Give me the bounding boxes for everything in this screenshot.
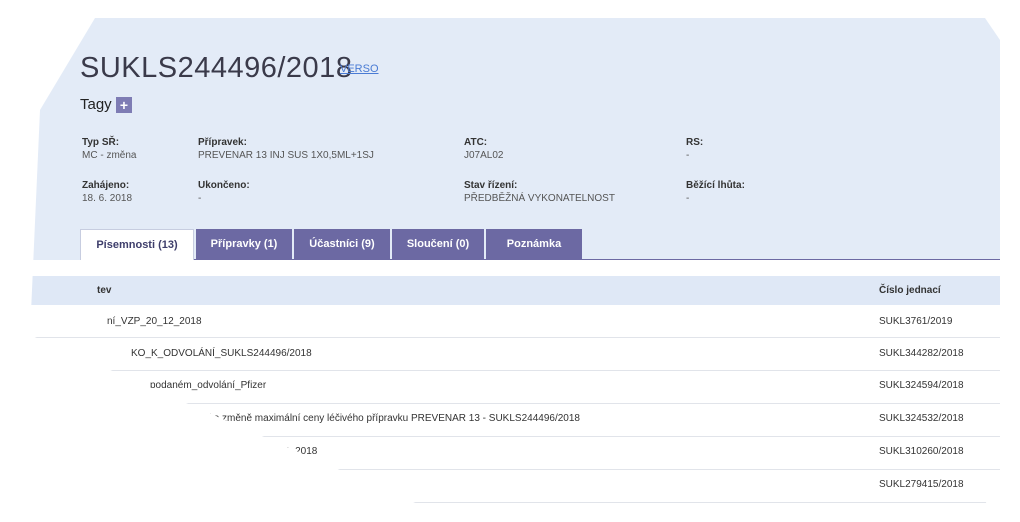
meta-typ-sr-value: MC - změna bbox=[82, 150, 137, 161]
meta-ukonceno-label: Ukončeno: bbox=[198, 180, 250, 191]
table-row[interactable]: SUKL279415/2018 bbox=[30, 470, 1000, 503]
meta-zahajeno-label: Zahájeno: bbox=[82, 180, 130, 191]
case-detail-card: SUKLS244496/2018 VERSO Tagy + Typ SŘ: MC… bbox=[30, 18, 1000, 505]
meta-rs-value: - bbox=[686, 150, 690, 161]
meta-pripravek: Přípravek: PREVENAR 13 INJ SUS 1X0,5ML+1… bbox=[198, 136, 374, 162]
row-cislo-jednaci: SUKL279415/2018 bbox=[879, 479, 964, 490]
meta-zahajeno-value: 18. 6. 2018 bbox=[82, 193, 133, 204]
meta-bezici-lhuta: Běžící lhůta: - bbox=[686, 179, 745, 205]
meta-typ-sr: Typ SŘ: MC - změna bbox=[82, 136, 136, 162]
row-document-name[interactable]: AR 13_SUKLS244496_2018 bbox=[190, 446, 317, 458]
meta-bezici-lhuta-value: - bbox=[686, 193, 690, 204]
meta-rs: RS: - bbox=[686, 136, 703, 162]
meta-pripravek-value: PREVENAR 13 INJ SUS 1X0,5ML+1SJ bbox=[198, 150, 374, 161]
row-document-name[interactable]: ní_VZP_20_12_2018 bbox=[107, 316, 202, 328]
row-document-name[interactable]: KO_K_ODVOLÁNÍ_SUKLS244496/2018 bbox=[131, 348, 312, 360]
row-cislo-jednaci: SUKL324532/2018 bbox=[879, 413, 964, 424]
case-header bbox=[30, 18, 1000, 260]
meta-atc-value: J07AL02 bbox=[464, 150, 504, 161]
meta-atc: ATC: J07AL02 bbox=[464, 136, 503, 162]
table-header bbox=[30, 276, 1000, 305]
meta-zahajeno: Zahájeno: 18. 6. 2018 bbox=[82, 179, 132, 205]
tab-poznamka[interactable]: Poznámka bbox=[486, 229, 582, 259]
table-row[interactable]: AR 13_SUKLS244496_2018 SUKL310260/2018 bbox=[30, 437, 1000, 470]
tab-pripravky[interactable]: Přípravky (1) bbox=[196, 229, 292, 259]
meta-pripravek-label: Přípravek: bbox=[198, 137, 247, 148]
meta-bezici-lhuta-label: Běžící lhůta: bbox=[686, 180, 745, 191]
row-document-name[interactable]: ím řízení o změně maximální ceny léčivéh… bbox=[172, 413, 580, 425]
column-header-cislo-jednaci[interactable]: Číslo jednací bbox=[879, 285, 941, 296]
verso-link[interactable]: VERSO bbox=[340, 63, 379, 75]
row-cislo-jednaci: SUKL344282/2018 bbox=[879, 348, 964, 359]
row-cislo-jednaci: SUKL3761/2019 bbox=[879, 316, 953, 327]
meta-rs-label: RS: bbox=[686, 137, 704, 148]
meta-ukonceno-value: - bbox=[198, 193, 202, 204]
meta-ukonceno: Ukončeno: - bbox=[198, 179, 250, 205]
table-row[interactable]: ím řízení o změně maximální ceny léčivéh… bbox=[30, 404, 1000, 437]
column-header-name[interactable]: tev bbox=[97, 285, 111, 296]
meta-atc-label: ATC: bbox=[464, 137, 488, 148]
tags-label: Tagy bbox=[80, 96, 112, 113]
page-title: SUKLS244496/2018 bbox=[80, 52, 353, 84]
row-document-name[interactable]: podaném_odvolání_Pfizer bbox=[150, 380, 266, 392]
table-row[interactable]: KO_K_ODVOLÁNÍ_SUKLS244496/2018 SUKL34428… bbox=[30, 338, 1000, 371]
row-cislo-jednaci: SUKL310260/2018 bbox=[879, 446, 964, 457]
tabs-underline bbox=[80, 259, 1000, 260]
table-row[interactable]: podaném_odvolání_Pfizer SUKL324594/2018 bbox=[30, 371, 1000, 404]
tab-ucastnici[interactable]: Účastníci (9) bbox=[294, 229, 390, 259]
row-cislo-jednaci: SUKL324594/2018 bbox=[879, 380, 964, 391]
meta-stav-rizeni: Stav řízení: PŘEDBĚŽNÁ VYKONATELNOST bbox=[464, 179, 615, 205]
table-row[interactable]: ní_VZP_20_12_2018 SUKL3761/2019 bbox=[30, 305, 1000, 338]
add-tag-button[interactable]: + bbox=[116, 97, 132, 113]
tab-pisemnosti[interactable]: Písemnosti (13) bbox=[80, 229, 194, 260]
meta-typ-sr-label: Typ SŘ: bbox=[82, 137, 120, 148]
meta-stav-rizeni-label: Stav řízení: bbox=[464, 180, 518, 191]
meta-stav-rizeni-value: PŘEDBĚŽNÁ VYKONATELNOST bbox=[464, 193, 615, 204]
tab-slouceni[interactable]: Sloučení (0) bbox=[392, 229, 484, 259]
